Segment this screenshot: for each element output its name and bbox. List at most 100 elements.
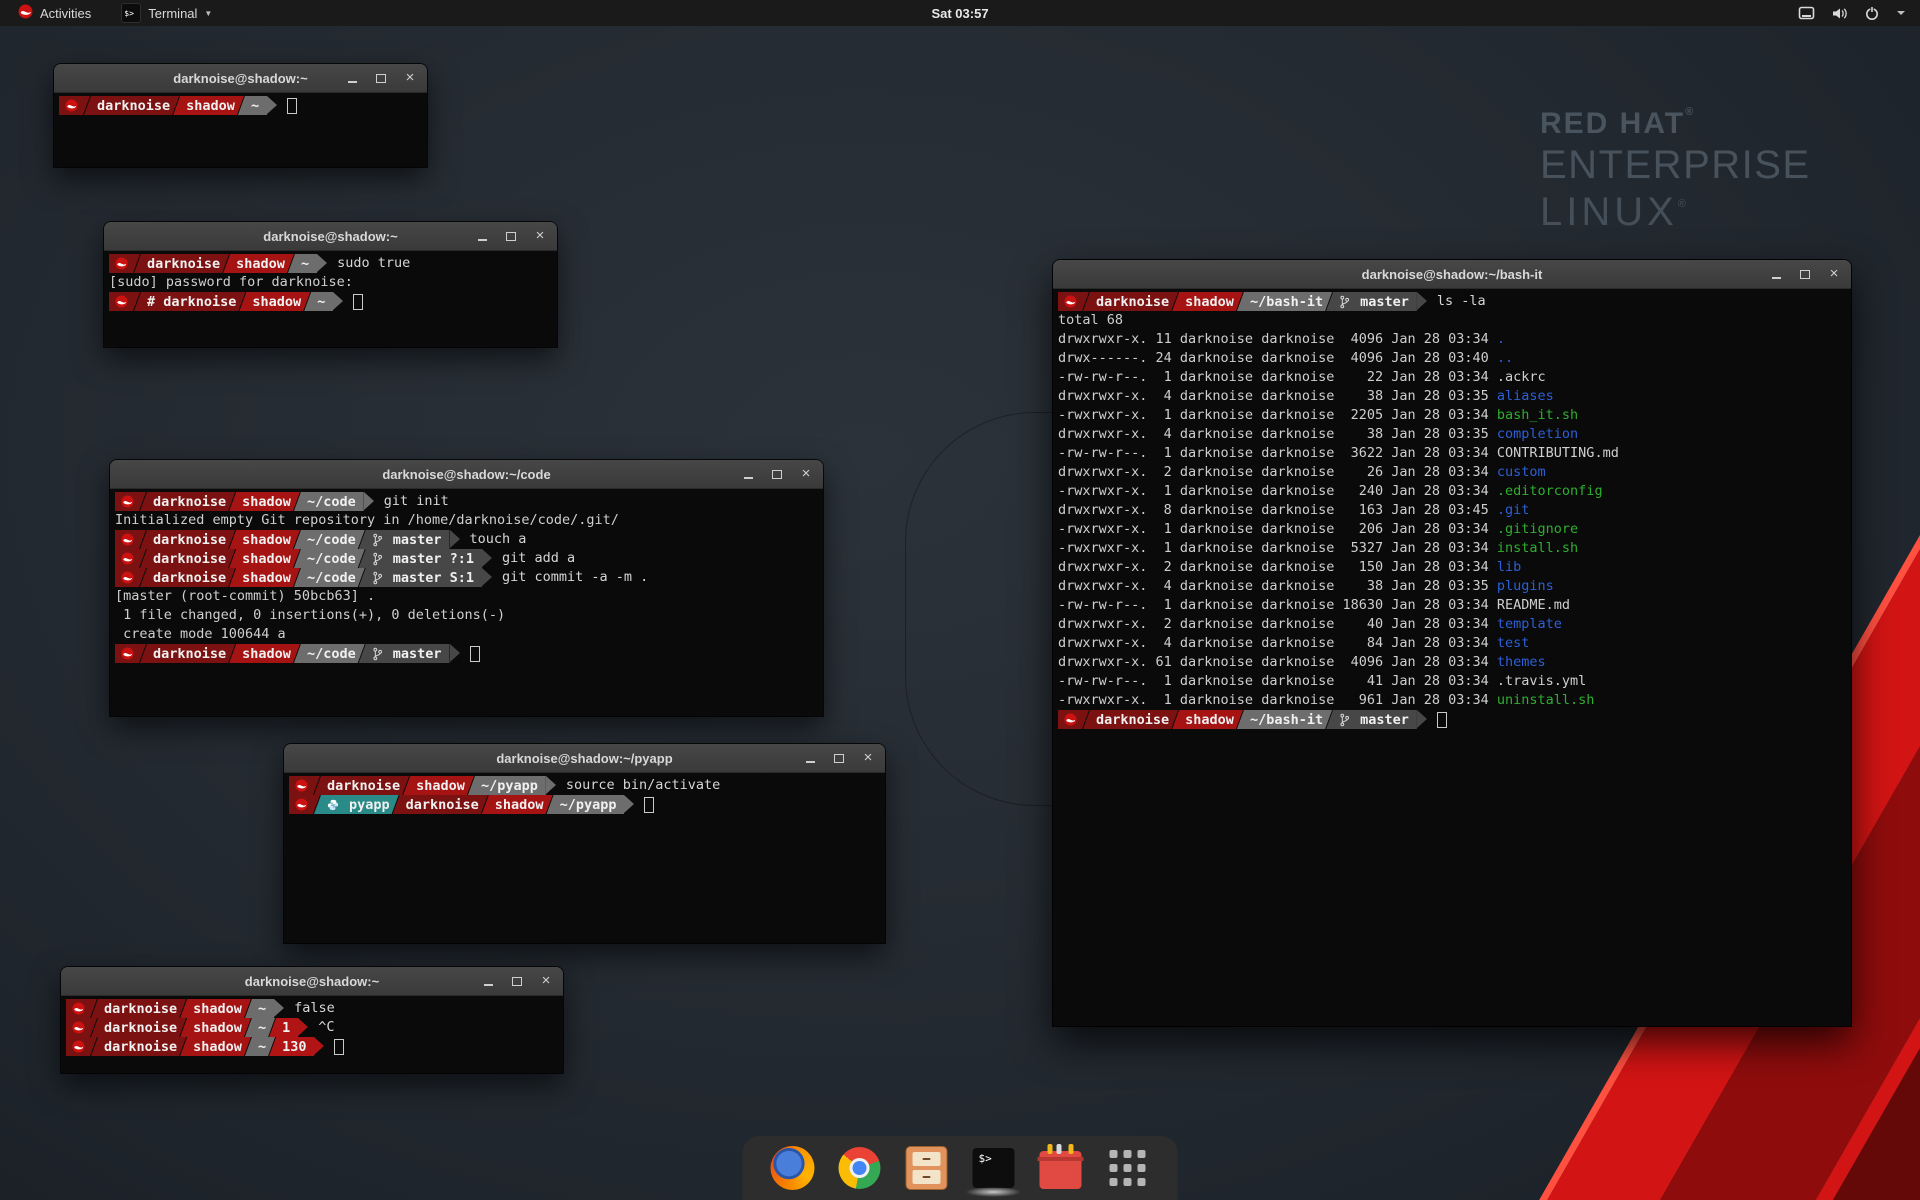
close-button[interactable]: × xyxy=(861,751,875,765)
segment-text: darknoise xyxy=(153,570,226,586)
terminal-body[interactable]: darknoiseshadow~/codegit initInitialized… xyxy=(110,489,823,716)
window-buttons: × xyxy=(475,222,547,250)
top-bar: Activities $> Terminal ▼ Sat 03:57 xyxy=(0,0,1920,26)
terminal-cursor xyxy=(470,646,480,662)
segment-text: darknoise xyxy=(327,778,400,794)
terminal-body[interactable]: darknoiseshadow~falsedarknoiseshadow~1^C… xyxy=(61,996,563,1073)
dock-item-firefox[interactable] xyxy=(770,1145,816,1191)
maximize-button[interactable] xyxy=(1798,267,1812,281)
output-line: drwxrwxr-x. 2 darknoise darknoise 150 Ja… xyxy=(1058,558,1846,577)
power-icon xyxy=(1864,5,1880,21)
activities-button[interactable]: Activities xyxy=(10,2,99,24)
window-titlebar[interactable]: darknoise@shadow:~/bash-it× xyxy=(1053,260,1851,289)
app-menu-label: Terminal xyxy=(148,6,197,21)
segment-text: darknoise xyxy=(153,494,226,510)
window-titlebar[interactable]: darknoise@shadow:~ × xyxy=(54,64,427,93)
segment-text: darknoise xyxy=(104,1001,177,1017)
file-name: themes xyxy=(1497,654,1546,670)
terminal-body[interactable]: darknoiseshadow~ xyxy=(54,93,427,167)
powerline-arrow-icon xyxy=(450,530,460,548)
dock-item-toolbox[interactable] xyxy=(1038,1145,1084,1191)
output-line: drwxrwxr-x. 61 darknoise darknoise 4096 … xyxy=(1058,653,1846,672)
segment-text: ~ xyxy=(258,1001,266,1017)
maximize-button[interactable] xyxy=(504,229,518,243)
volume-icon xyxy=(1831,6,1848,21)
minimize-icon xyxy=(348,81,357,83)
dock-item-terminal[interactable]: $> xyxy=(971,1145,1017,1191)
tool-icon xyxy=(1057,1144,1062,1154)
window-buttons: × xyxy=(345,64,417,92)
segment-text: master xyxy=(1360,294,1409,310)
segment-text: 1 xyxy=(282,1020,290,1036)
minimize-icon xyxy=(744,477,753,479)
close-button[interactable]: × xyxy=(1827,267,1841,281)
output-text: [master (root-commit) 50bcb63] . xyxy=(115,588,375,604)
file-name: . xyxy=(1497,331,1505,347)
dock-item-app-grid[interactable] xyxy=(1105,1145,1151,1191)
minimize-button[interactable] xyxy=(803,751,817,765)
output-line: drwxrwxr-x. 4 darknoise darknoise 38 Jan… xyxy=(1058,387,1846,406)
output-line: -rwxrwxr-x. 1 darknoise darknoise 2205 J… xyxy=(1058,406,1846,425)
window-terminal-code: darknoise@shadow:~/code × darknoiseshadow~… xyxy=(110,460,823,716)
close-button[interactable]: × xyxy=(533,229,547,243)
terminal-cursor xyxy=(644,797,654,813)
system-status-area[interactable] xyxy=(1798,5,1920,21)
file-name: .git xyxy=(1497,502,1530,518)
segment-text: shadow xyxy=(242,532,291,548)
terminal-body[interactable]: darknoiseshadow~sudo true[sudo] password… xyxy=(104,251,557,347)
segment-text: master S:1 xyxy=(393,570,474,586)
command-text: git add a xyxy=(502,549,575,568)
close-button[interactable]: × xyxy=(403,71,417,85)
output-line: drwxrwxr-x. 2 darknoise darknoise 40 Jan… xyxy=(1058,615,1846,634)
maximize-button[interactable] xyxy=(770,467,784,481)
close-button[interactable]: × xyxy=(539,974,553,988)
prompt-line: darknoiseshadow~/pyappsource bin/activat… xyxy=(289,776,880,795)
dock-item-chrome[interactable] xyxy=(837,1145,883,1191)
maximize-button[interactable] xyxy=(374,71,388,85)
output-text: -rw-rw-r--. 1 darknoise darknoise 41 Jan… xyxy=(1058,673,1497,689)
prompt-segment-git: master ?:1 xyxy=(359,549,482,568)
terminal-cursor xyxy=(1437,712,1447,728)
close-button[interactable]: × xyxy=(799,467,813,481)
output-line: drwxrwxr-x. 8 darknoise darknoise 163 Ja… xyxy=(1058,501,1846,520)
minimize-button[interactable] xyxy=(1769,267,1783,281)
prompt-segment-path: ~/pyapp xyxy=(468,776,546,795)
terminal-body[interactable]: darknoiseshadow~/pyappsource bin/activat… xyxy=(284,773,885,943)
prompt-segment-host: shadow xyxy=(239,292,310,311)
segment-text: pyapp xyxy=(349,797,390,813)
window-title: darknoise@shadow:~ xyxy=(173,71,307,86)
segment-text: darknoise xyxy=(104,1039,177,1055)
powerline-arrow-icon xyxy=(624,795,634,813)
window-titlebar[interactable]: darknoise@shadow:~× xyxy=(104,222,557,251)
display-icon xyxy=(1798,6,1815,21)
file-name: .travis.yml xyxy=(1497,673,1586,689)
command-text: git commit -a -m . xyxy=(502,568,648,587)
output-text: drwxrwxr-x. 4 darknoise darknoise 38 Jan… xyxy=(1058,388,1497,404)
segment-text: # darknoise xyxy=(147,294,236,310)
minimize-button[interactable] xyxy=(741,467,755,481)
clock[interactable]: Sat 03:57 xyxy=(931,6,988,21)
window-buttons: × xyxy=(803,744,875,772)
output-line: drwxrwxr-x. 11 darknoise darknoise 4096 … xyxy=(1058,330,1846,349)
powerline-arrow-icon xyxy=(546,776,556,794)
minimize-button[interactable] xyxy=(345,71,359,85)
window-terminal-home-1: darknoise@shadow:~ × darknoiseshadow~ xyxy=(54,64,427,167)
app-menu-terminal[interactable]: $> Terminal ▼ xyxy=(113,1,220,25)
file-name: CONTRIBUTING.md xyxy=(1497,445,1619,461)
prompt-segment-user: darknoise xyxy=(134,254,229,273)
window-title: darknoise@shadow:~/code xyxy=(382,467,550,482)
maximize-button[interactable] xyxy=(510,974,524,988)
terminal-body[interactable]: darknoiseshadow~/bash-itmasterls -latota… xyxy=(1053,289,1851,1026)
caret-down-icon xyxy=(1896,9,1906,17)
minimize-button[interactable] xyxy=(481,974,495,988)
window-titlebar[interactable]: darknoise@shadow:~/code × xyxy=(110,460,823,489)
dock-item-files[interactable] xyxy=(904,1145,950,1191)
minimize-icon xyxy=(484,984,493,986)
segment-text: 130 xyxy=(282,1039,306,1055)
prompt-line: darknoiseshadow~/codemaster xyxy=(115,644,818,663)
maximize-button[interactable] xyxy=(832,751,846,765)
minimize-button[interactable] xyxy=(475,229,489,243)
window-titlebar[interactable]: darknoise@shadow:~× xyxy=(61,967,563,996)
window-titlebar[interactable]: darknoise@shadow:~/pyapp× xyxy=(284,744,885,773)
output-text: -rwxrwxr-x. 1 darknoise darknoise 206 Ja… xyxy=(1058,521,1497,537)
